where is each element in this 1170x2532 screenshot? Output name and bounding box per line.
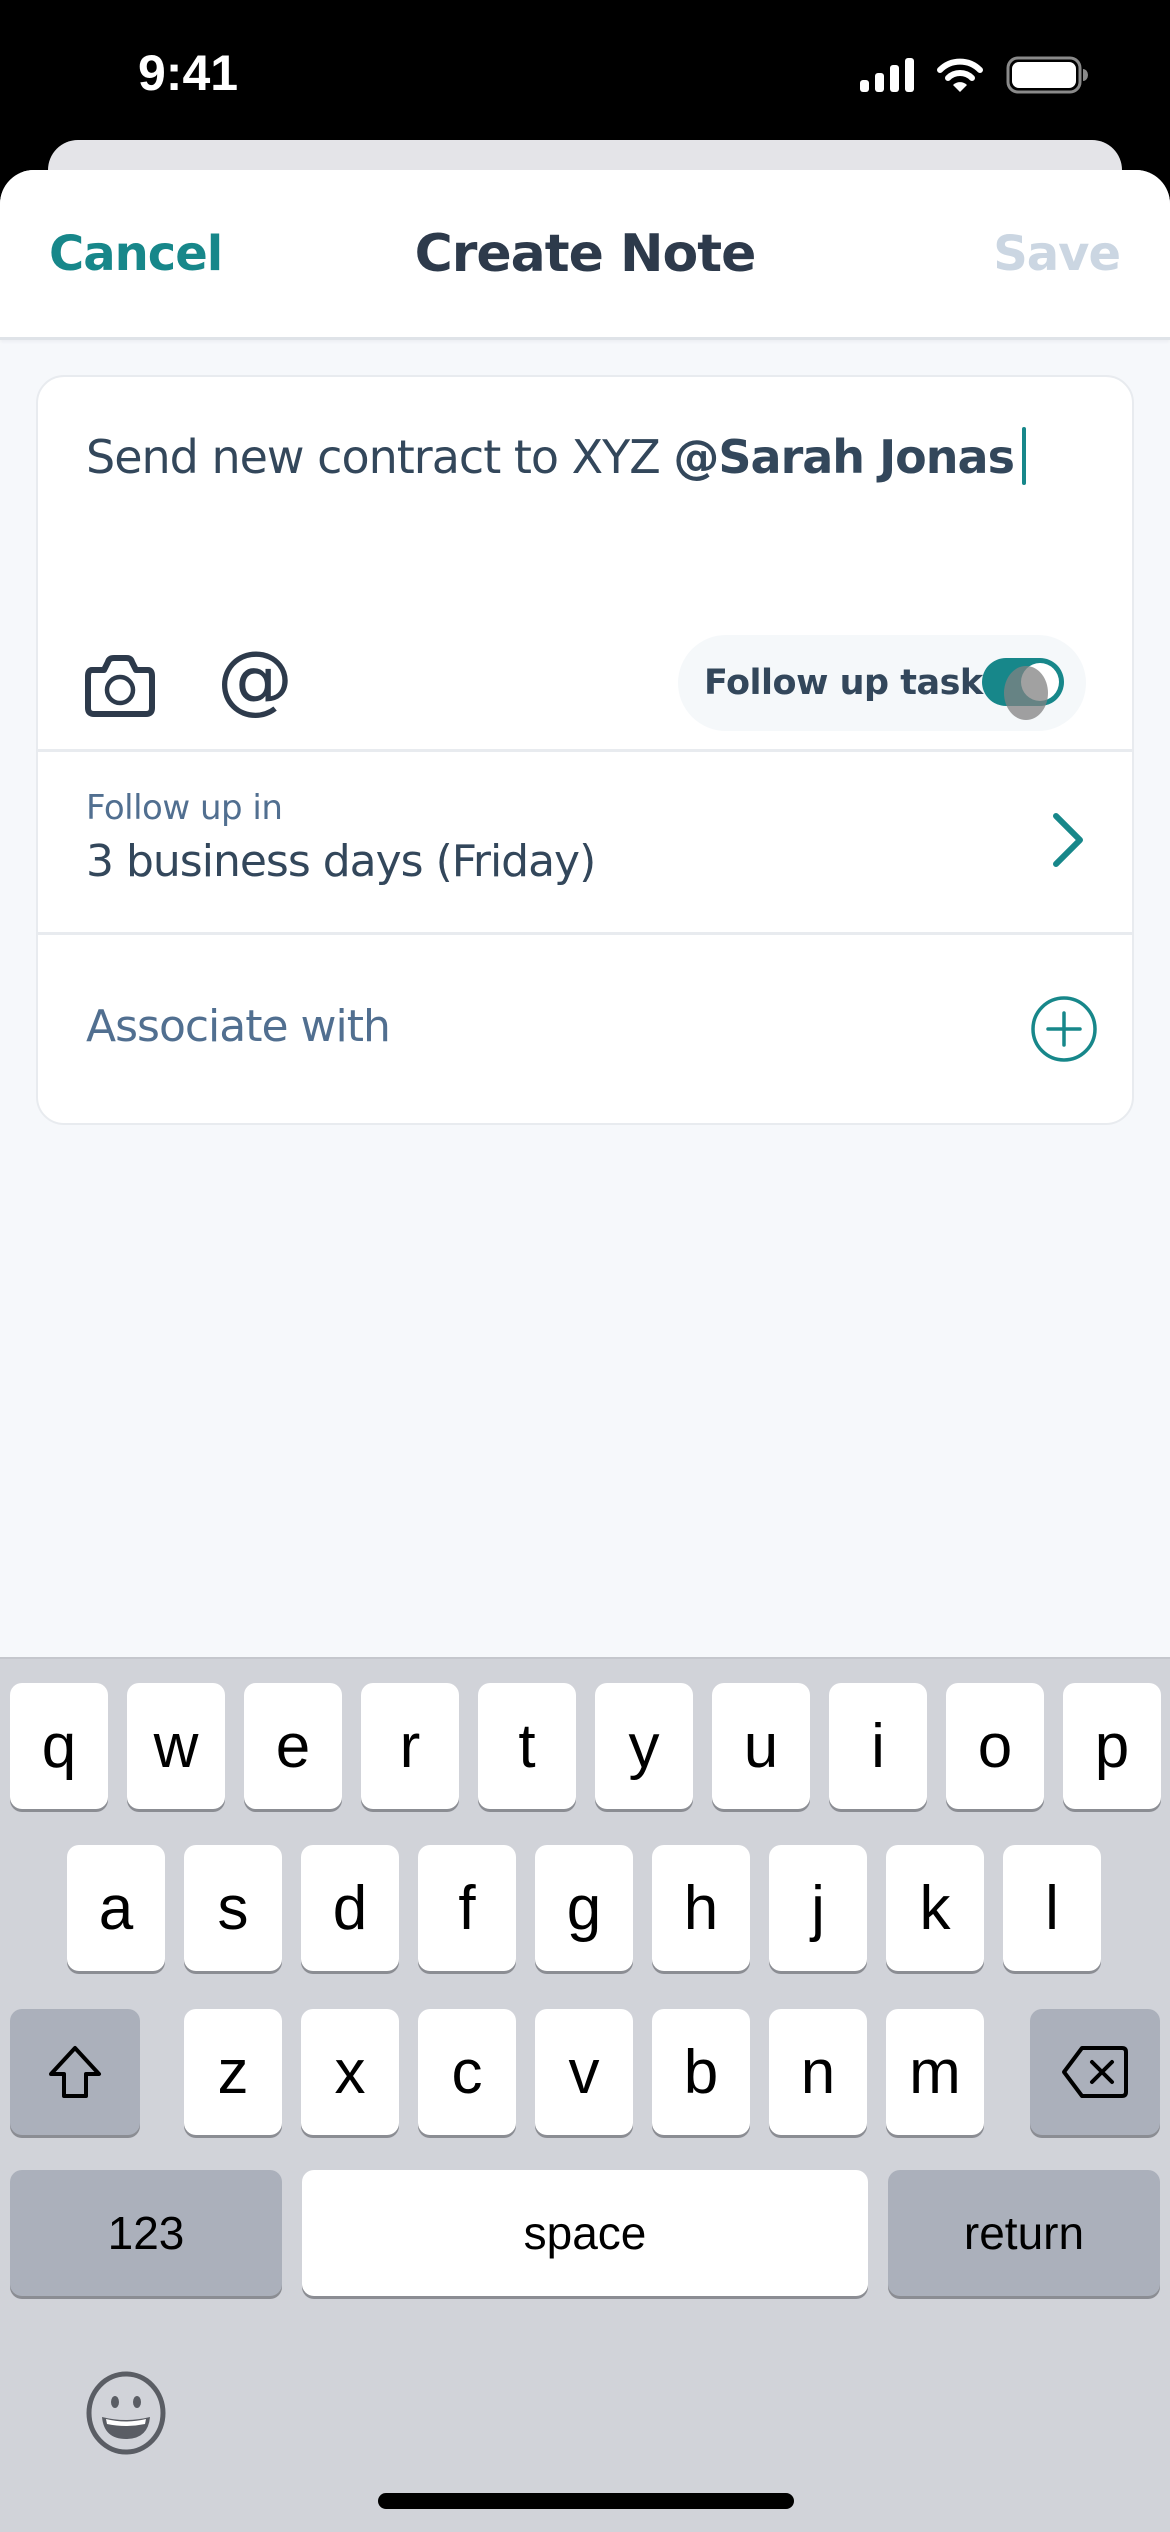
key-z[interactable]: z bbox=[184, 2009, 282, 2135]
home-indicator bbox=[378, 2493, 794, 2509]
touch-indicator bbox=[1004, 666, 1048, 720]
key-w[interactable]: w bbox=[127, 1683, 225, 1809]
key-q[interactable]: q bbox=[10, 1683, 108, 1809]
key-v[interactable]: v bbox=[535, 2009, 633, 2135]
key-x[interactable]: x bbox=[301, 2009, 399, 2135]
camera-icon[interactable] bbox=[84, 652, 156, 718]
status-time: 9:41 bbox=[138, 45, 239, 101]
key-b[interactable]: b bbox=[652, 2009, 750, 2135]
at-mention-icon[interactable]: @ bbox=[218, 645, 292, 719]
status-icons bbox=[860, 56, 1088, 94]
chevron-right-icon bbox=[1053, 813, 1083, 867]
return-key[interactable]: return bbox=[888, 2170, 1160, 2296]
add-circle-icon[interactable] bbox=[1030, 995, 1098, 1063]
key-g[interactable]: g bbox=[535, 1845, 633, 1971]
delete-key[interactable] bbox=[1030, 2009, 1160, 2135]
nav-bar: Cancel Create Note Save bbox=[0, 170, 1170, 340]
key-u[interactable]: u bbox=[712, 1683, 810, 1809]
key-j[interactable]: j bbox=[769, 1845, 867, 1971]
wifi-icon bbox=[937, 58, 983, 92]
key-h[interactable]: h bbox=[652, 1845, 750, 1971]
shift-icon bbox=[49, 2046, 101, 2098]
emoji-icon[interactable] bbox=[84, 2371, 168, 2455]
follow-up-in-value: 3 business days (Friday) bbox=[86, 836, 596, 887]
mention-tag: @Sarah Jonas bbox=[673, 430, 1015, 484]
key-e[interactable]: e bbox=[244, 1683, 342, 1809]
key-d[interactable]: d bbox=[301, 1845, 399, 1971]
key-p[interactable]: p bbox=[1063, 1683, 1161, 1809]
follow-up-task-label: Follow up task bbox=[704, 663, 983, 703]
text-cursor bbox=[1021, 427, 1026, 485]
associate-with-label: Associate with bbox=[86, 1001, 391, 1052]
key-t[interactable]: t bbox=[478, 1683, 576, 1809]
note-input[interactable]: Send new contract to XYZ @Sarah Jonas bbox=[86, 427, 1026, 485]
follow-up-task-toggle[interactable] bbox=[982, 658, 1064, 720]
space-key[interactable]: space bbox=[302, 2170, 868, 2296]
key-m[interactable]: m bbox=[886, 2009, 984, 2135]
key-s[interactable]: s bbox=[184, 1845, 282, 1971]
follow-up-task-toggle-row: Follow up task bbox=[678, 635, 1086, 731]
save-button[interactable]: Save bbox=[993, 226, 1121, 282]
status-bar: 9:41 bbox=[0, 0, 1170, 140]
key-i[interactable]: i bbox=[829, 1683, 927, 1809]
numbers-key[interactable]: 123 bbox=[10, 2170, 282, 2296]
cellular-signal-icon bbox=[860, 58, 914, 92]
key-c[interactable]: c bbox=[418, 2009, 516, 2135]
svg-text:@: @ bbox=[218, 645, 292, 719]
note-card: Send new contract to XYZ @Sarah Jonas @ … bbox=[36, 375, 1134, 1125]
key-y[interactable]: y bbox=[595, 1683, 693, 1809]
key-o[interactable]: o bbox=[946, 1683, 1044, 1809]
key-a[interactable]: a bbox=[67, 1845, 165, 1971]
follow-up-in-label: Follow up in bbox=[86, 788, 283, 828]
key-k[interactable]: k bbox=[886, 1845, 984, 1971]
battery-icon bbox=[1006, 56, 1088, 94]
shift-key[interactable] bbox=[10, 2009, 140, 2135]
note-text: Send new contract to XYZ bbox=[86, 430, 674, 484]
key-f[interactable]: f bbox=[418, 1845, 516, 1971]
follow-up-in-row[interactable]: Follow up in 3 business days (Friday) bbox=[38, 752, 1132, 932]
key-n[interactable]: n bbox=[769, 2009, 867, 2135]
associate-with-row[interactable]: Associate with bbox=[38, 935, 1132, 1123]
key-r[interactable]: r bbox=[361, 1683, 459, 1809]
key-l[interactable]: l bbox=[1003, 1845, 1101, 1971]
backspace-icon bbox=[1062, 2046, 1128, 2098]
